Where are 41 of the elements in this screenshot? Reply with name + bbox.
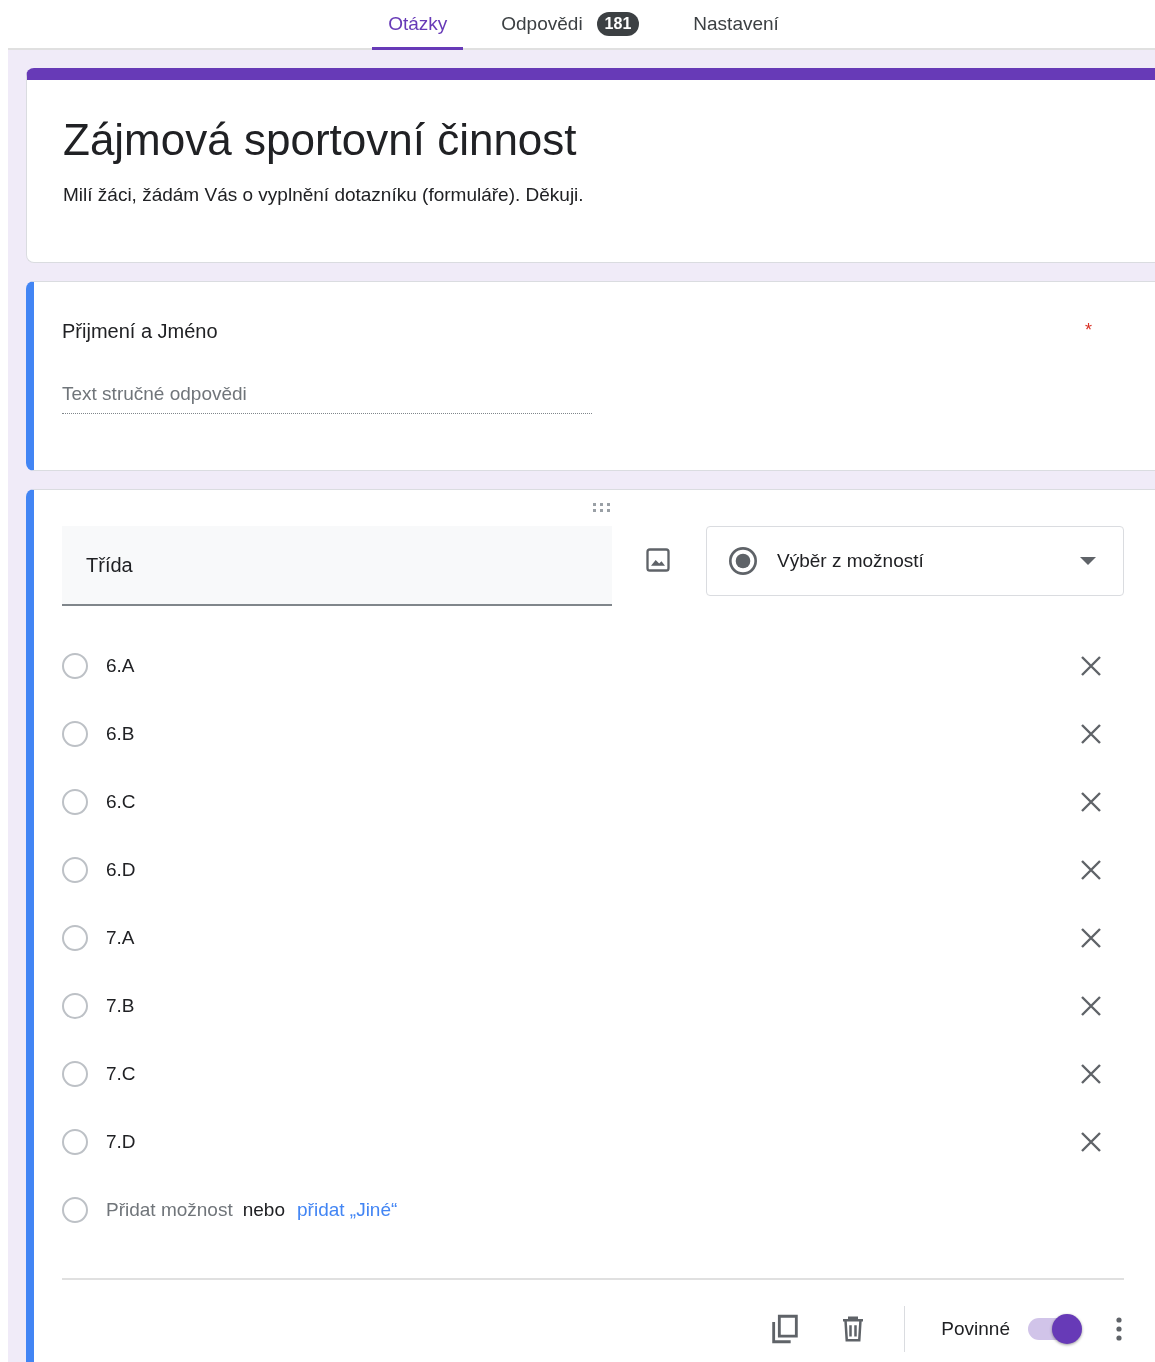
option-label[interactable]: 7.C xyxy=(106,1063,1080,1085)
required-asterisk-icon: * xyxy=(1085,320,1092,343)
form-title: Zájmová sportovní činnost xyxy=(63,114,578,166)
or-text: nebo xyxy=(242,1199,285,1221)
radio-icon xyxy=(727,545,759,577)
close-icon[interactable] xyxy=(1080,655,1102,677)
close-icon[interactable] xyxy=(1080,927,1102,949)
radio-button[interactable] xyxy=(62,1061,88,1087)
question-title: Přijmení a Jméno xyxy=(62,320,218,343)
option-label[interactable]: 7.A xyxy=(106,927,1080,949)
image-icon[interactable] xyxy=(644,546,672,574)
radio-button[interactable] xyxy=(62,789,88,815)
option-label[interactable]: 6.B xyxy=(106,723,1080,745)
radio-button[interactable] xyxy=(62,1129,88,1155)
close-icon[interactable] xyxy=(1080,859,1102,881)
question-title-field[interactable]: Třída xyxy=(62,526,612,606)
option-label[interactable]: 7.B xyxy=(106,995,1080,1017)
close-icon[interactable] xyxy=(1080,723,1102,745)
radio-button[interactable] xyxy=(62,993,88,1019)
close-icon[interactable] xyxy=(1080,1063,1102,1085)
close-icon[interactable] xyxy=(1080,995,1102,1017)
radio-button[interactable] xyxy=(62,653,88,679)
count-badge: 181 xyxy=(596,11,640,36)
form-description: Milí žáci, žádám Vás o vyplnění dotazníku (formuláře). Děkuji. xyxy=(63,184,585,206)
tab[interactable]: Odpovědi 181 xyxy=(485,0,656,50)
option-label[interactable]: 7.D xyxy=(106,1131,1080,1153)
question-type-dropdown[interactable]: Výběr z možností xyxy=(706,526,1124,596)
radio-button[interactable] xyxy=(62,925,88,951)
tab[interactable]: Nastavení xyxy=(677,0,795,50)
option-label[interactable]: 6.C xyxy=(106,791,1080,813)
close-icon[interactable] xyxy=(1080,791,1102,813)
required-label: Povinné xyxy=(941,1318,1010,1340)
option-label[interactable]: 6.D xyxy=(106,859,1080,881)
add-option-link[interactable]: Přidat možnost xyxy=(106,1199,233,1221)
radio-button[interactable] xyxy=(62,721,88,747)
more-icon[interactable] xyxy=(1114,1316,1124,1342)
radio-button[interactable] xyxy=(62,857,88,883)
close-icon[interactable] xyxy=(1080,1131,1102,1153)
caret-icon xyxy=(1079,556,1097,566)
option-label[interactable]: 6.A xyxy=(106,655,1080,677)
add-other-link[interactable]: přidat „Jiné“ xyxy=(297,1199,398,1221)
